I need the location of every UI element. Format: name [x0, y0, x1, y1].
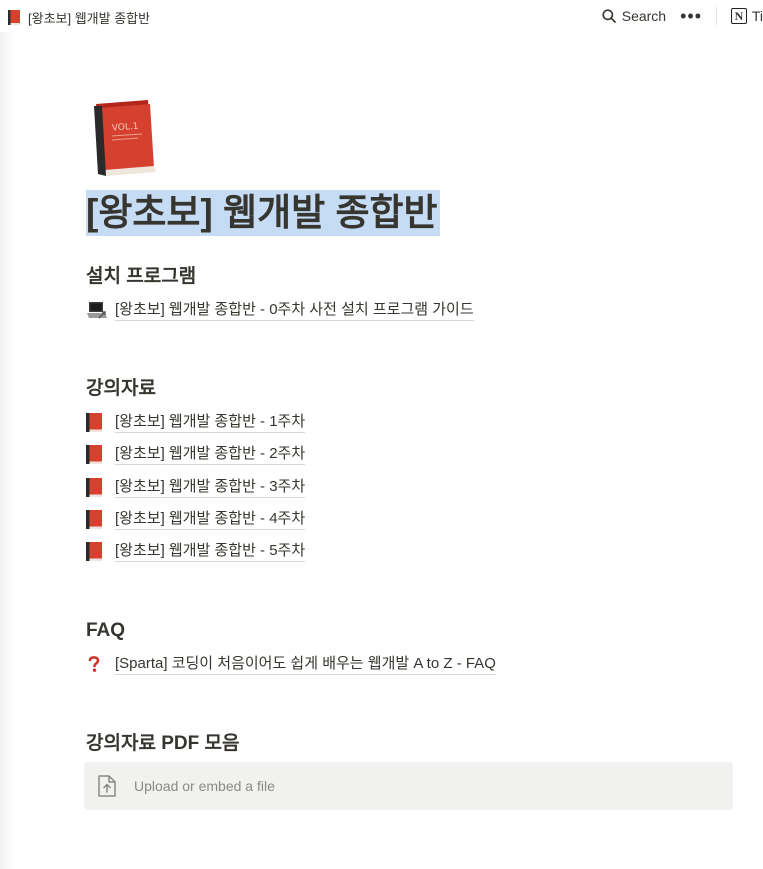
toolbar-divider — [716, 7, 717, 25]
heading-materials[interactable]: 강의자료 — [86, 376, 156, 402]
link-label: [왕초보] 웹개발 종합반 - 0주차 사전 설치 프로그램 가이드 — [115, 300, 474, 321]
file-upload-icon — [98, 775, 116, 797]
link-label: [왕초보] 웹개발 종합반 - 2주차 — [115, 444, 306, 465]
book-icon — [86, 509, 108, 529]
link-week2[interactable]: [왕초보] 웹개발 종합반 - 2주차 — [86, 441, 306, 467]
sidebar-edge-shadow — [0, 32, 14, 869]
notion-logo-text: Ti — [751, 8, 763, 24]
book-icon — [8, 9, 20, 25]
question-icon — [86, 655, 108, 673]
page-title[interactable]: [왕초보] 웹개발 종합반 — [86, 190, 440, 236]
link-week4[interactable]: [왕초보] 웹개발 종합반 - 4주차 — [86, 506, 306, 532]
link-week1[interactable]: [왕초보] 웹개발 종합반 - 1주차 — [86, 409, 306, 435]
link-week5[interactable]: [왕초보] 웹개발 종합반 - 5주차 — [86, 538, 306, 564]
link-label: [왕초보] 웹개발 종합반 - 4주차 — [115, 509, 306, 530]
breadcrumb[interactable]: [왕초보] 웹개발 종합반 — [8, 7, 150, 27]
heading-install[interactable]: 설치 프로그램 — [86, 264, 196, 290]
link-label: [왕초보] 웹개발 종합반 - 5주차 — [115, 541, 306, 562]
link-label: [Sparta] 코딩이 처음이어도 쉽게 배우는 웹개발 A to Z - F… — [115, 654, 496, 675]
search-button[interactable]: Search — [602, 8, 666, 24]
search-icon — [602, 9, 616, 23]
link-week0-install-guide[interactable]: [왕초보] 웹개발 종합반 - 0주차 사전 설치 프로그램 가이드 — [86, 297, 474, 323]
more-options-button[interactable]: ••• — [680, 7, 702, 25]
upload-label: Upload or embed a file — [134, 778, 275, 794]
book-icon — [86, 412, 108, 432]
book-icon — [86, 541, 108, 561]
top-actions: Search ••• N Ti — [602, 5, 763, 27]
link-label: [왕초보] 웹개발 종합반 - 3주차 — [115, 477, 306, 498]
notion-logo[interactable]: N Ti — [731, 8, 763, 24]
book-icon — [86, 477, 108, 497]
search-label: Search — [621, 8, 667, 24]
file-upload-block[interactable]: Upload or embed a file — [84, 762, 733, 810]
link-week3[interactable]: [왕초보] 웹개발 종합반 - 3주차 — [86, 474, 306, 500]
breadcrumb-label: [왕초보] 웹개발 종합반 — [28, 10, 151, 26]
laptop-icon — [86, 300, 108, 320]
heading-pdf[interactable]: 강의자료 PDF 모음 — [86, 731, 239, 757]
link-label: [왕초보] 웹개발 종합반 - 1주차 — [115, 412, 306, 433]
top-bar: [왕초보] 웹개발 종합반 Search ••• N Ti — [0, 0, 763, 32]
book-icon[interactable]: VOL.1 — [90, 100, 158, 176]
link-faq[interactable]: [Sparta] 코딩이 처음이어도 쉽게 배우는 웹개발 A to Z - F… — [86, 651, 496, 677]
svg-text:VOL.1: VOL.1 — [112, 122, 139, 134]
book-icon — [86, 444, 108, 464]
heading-faq[interactable]: FAQ — [86, 618, 125, 644]
notion-logo-icon: N — [731, 8, 747, 24]
